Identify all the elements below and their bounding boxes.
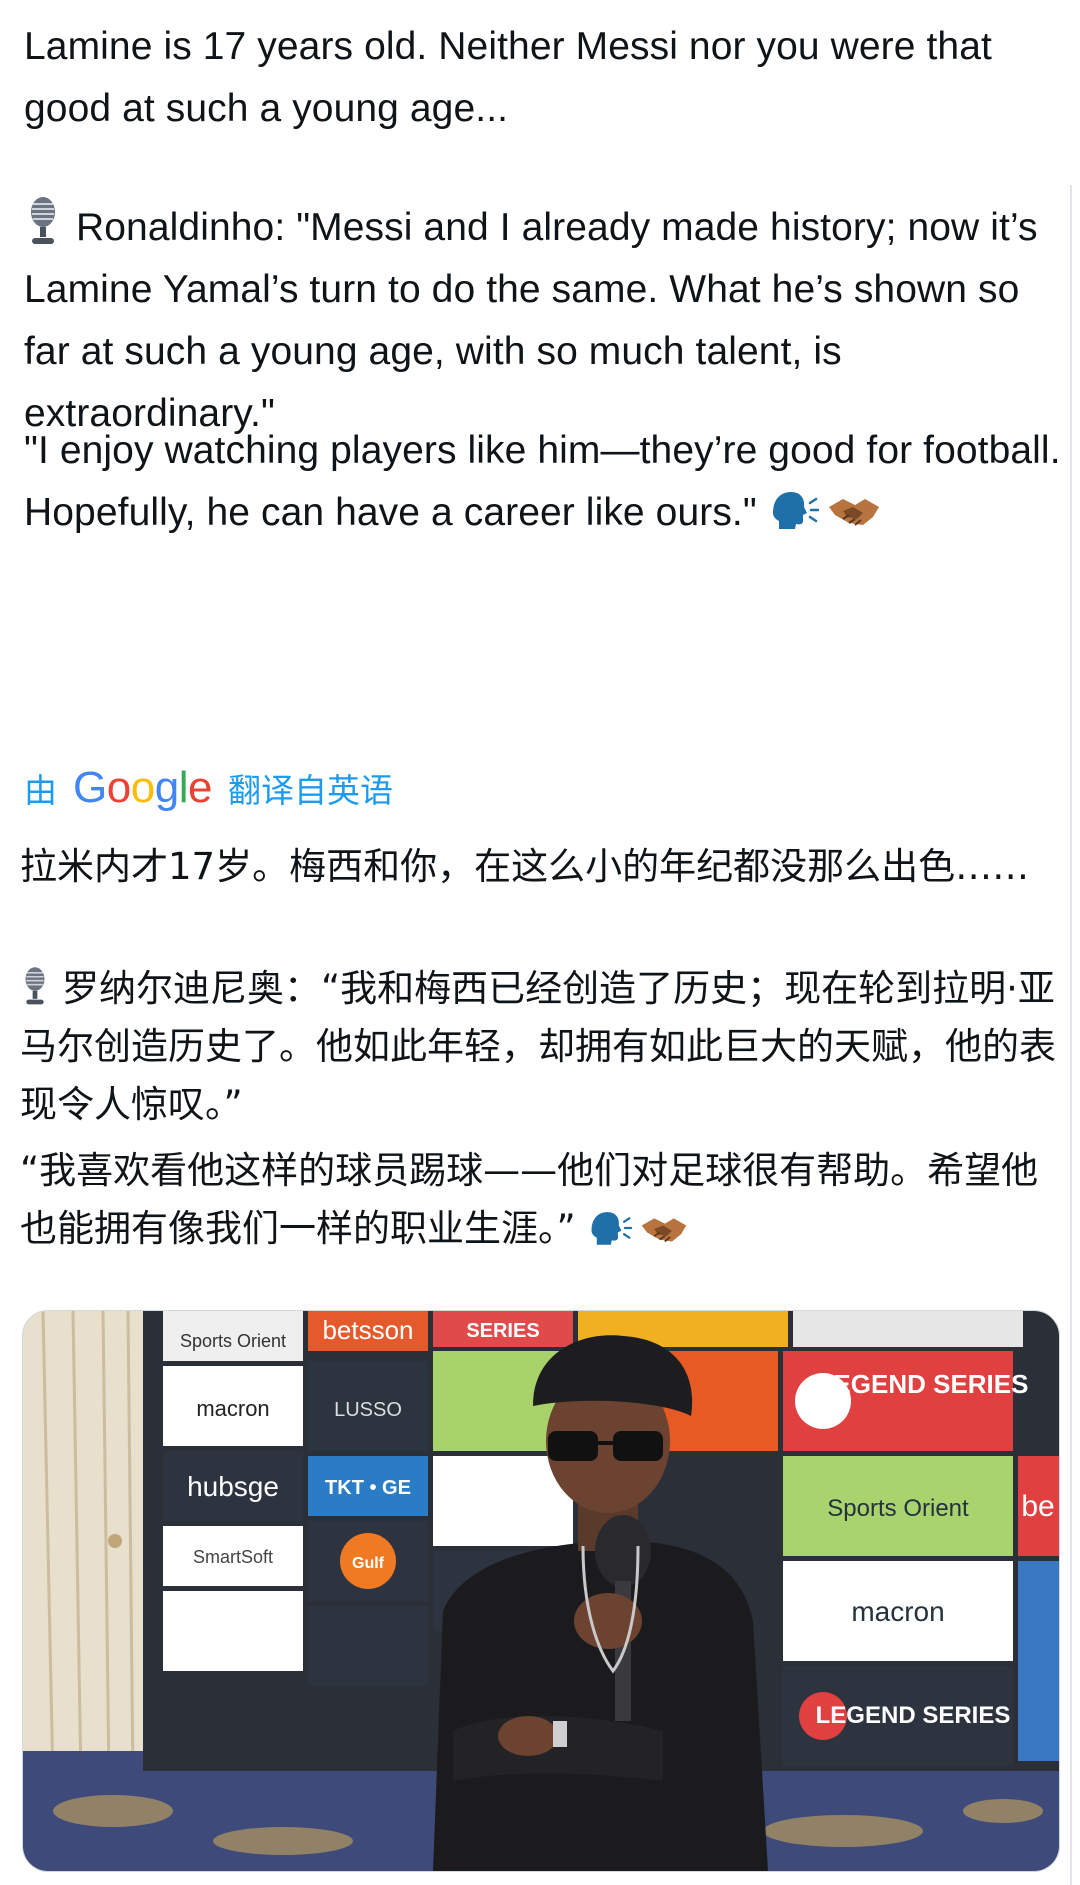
translation-suffix: 翻译自英语 bbox=[227, 772, 393, 809]
sponsor-text: LEGEND SERIES bbox=[816, 1702, 1011, 1729]
studio-microphone-icon bbox=[25, 967, 45, 1005]
translated-paragraph-2: 罗纳尔迪尼奥：“我和梅西已经创造了历史；现在轮到拉明·亚马尔创造历史了。他如此年… bbox=[20, 967, 1056, 1126]
handshake-icon bbox=[828, 499, 879, 526]
translation-prefix: 由 bbox=[24, 772, 57, 809]
studio-microphone-icon bbox=[31, 197, 55, 244]
original-paragraph-3: "I enjoy watching players like him—they’… bbox=[24, 429, 1061, 534]
sponsor-text: SERIES bbox=[466, 1320, 539, 1342]
sponsor-text: be bbox=[1021, 1490, 1054, 1523]
sponsor-text: LEGEND SERIES bbox=[818, 1369, 1029, 1399]
speaking-head-icon bbox=[772, 492, 819, 529]
sponsor-text: macron bbox=[196, 1396, 269, 1421]
speaking-head-icon bbox=[591, 1212, 632, 1245]
translated-paragraph-3: “我喜欢看他这样的球员踢球——他们对足球很有帮助。希望他也能拥有像我们一样的职业… bbox=[20, 1149, 1039, 1250]
sponsor-text: Gulf bbox=[352, 1555, 385, 1572]
sponsor-text: Sports Orient bbox=[180, 1331, 286, 1351]
original-paragraph-1: Lamine is 17 years old. Neither Messi no… bbox=[24, 25, 992, 130]
sponsor-text: LUSSO bbox=[334, 1399, 402, 1421]
google-logo: Google bbox=[73, 763, 212, 812]
sponsor-text: SmartSoft bbox=[193, 1547, 273, 1567]
scrollbar[interactable] bbox=[1070, 185, 1072, 1885]
translated-paragraph-1: 拉米内才17岁。梅西和你，在这么小的年纪都没那么出色…… bbox=[20, 845, 1030, 888]
sponsor-text: macron bbox=[851, 1596, 944, 1627]
handshake-icon bbox=[641, 1218, 686, 1243]
original-paragraph-2: Ronaldinho: "Messi and I already made hi… bbox=[24, 196, 1064, 445]
press-backdrop-photo: Sports Orient betsson SERIES macron LUSS… bbox=[23, 1311, 1059, 1871]
sponsor-text: Sports Orient bbox=[827, 1495, 969, 1522]
sponsor-text: TKT • GE bbox=[325, 1477, 411, 1499]
tweet-media-photo[interactable]: Sports Orient betsson SERIES macron LUSS… bbox=[22, 1310, 1060, 1872]
sponsor-text: hubsge bbox=[187, 1471, 279, 1502]
translated-by-google-link[interactable]: 由 Google 翻译自英语 bbox=[24, 758, 393, 818]
sponsor-text: betsson bbox=[322, 1315, 413, 1345]
